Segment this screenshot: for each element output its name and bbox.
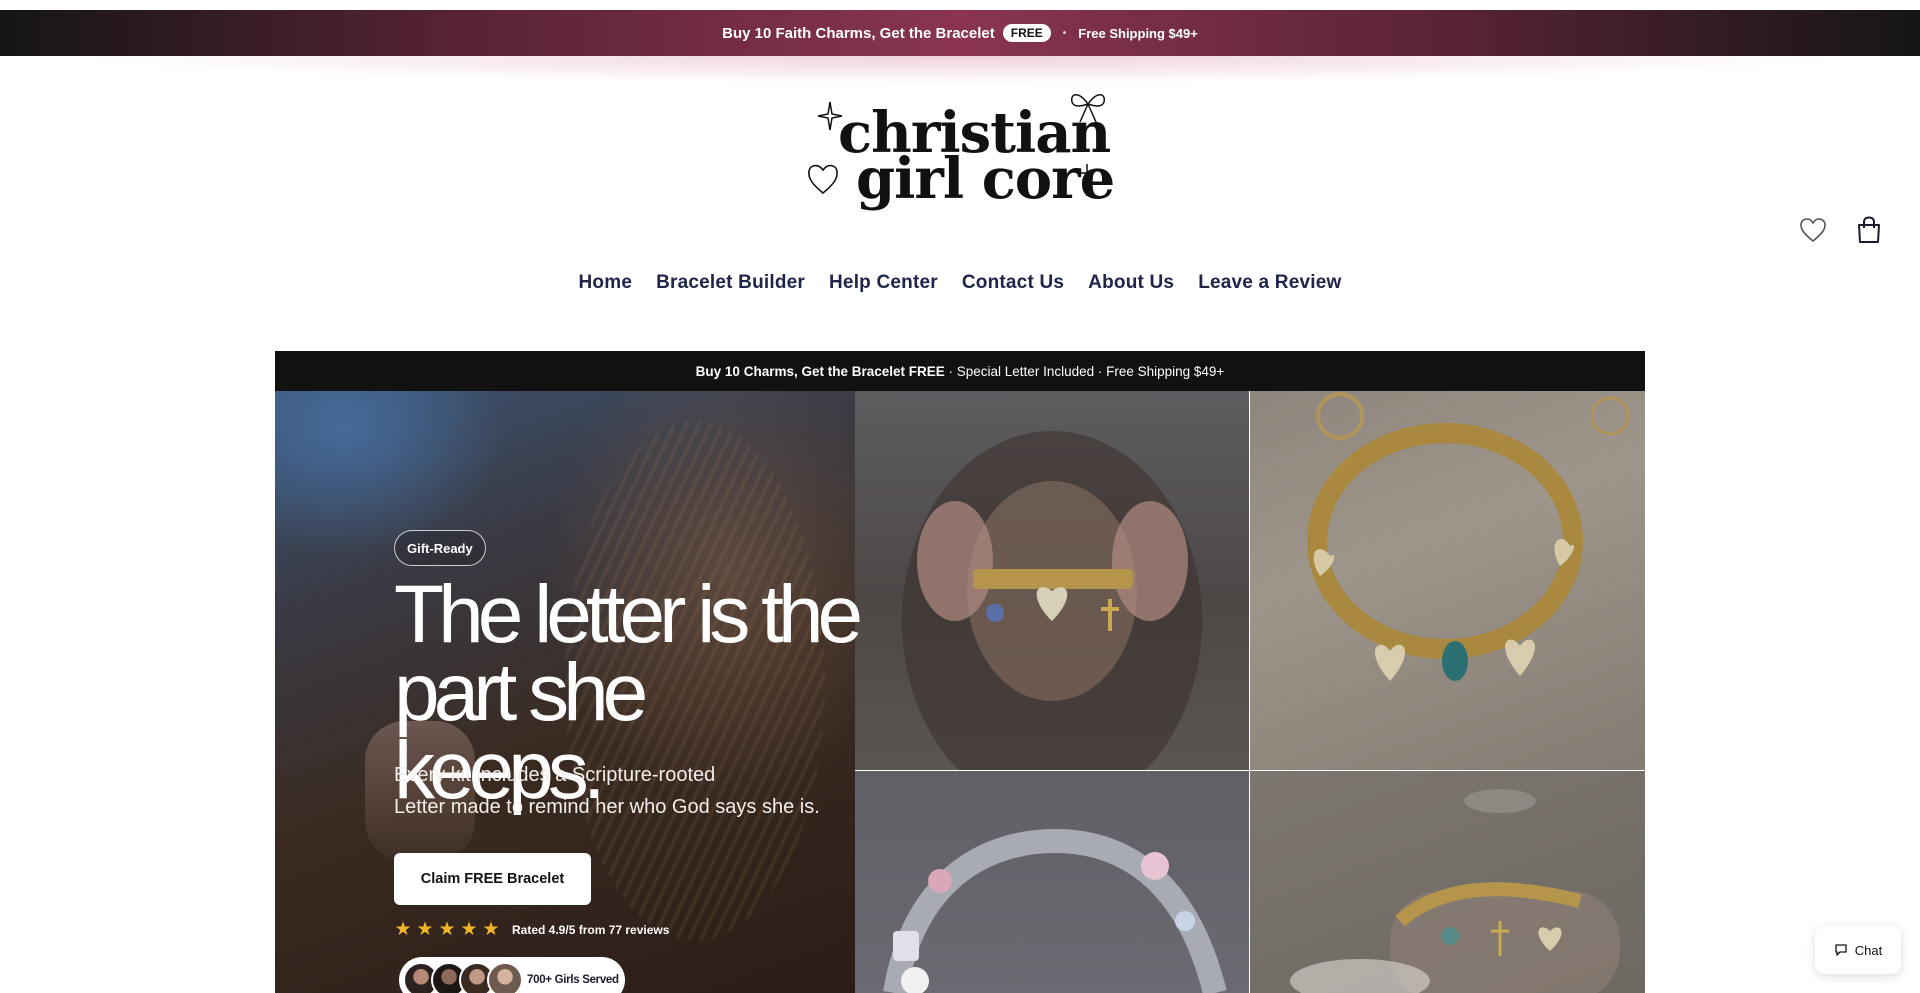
hero-promo-bold: Buy 10 Charms, Get the Bracelet FREE — [695, 363, 945, 379]
wishlist-button[interactable] — [1796, 213, 1830, 247]
heart-doodle-icon — [808, 164, 838, 195]
nav-item-leave-review[interactable]: Leave a Review — [1198, 272, 1341, 294]
hero-promo-rest: · Special Letter Included · Free Shippin… — [944, 363, 1225, 379]
avatar — [487, 962, 523, 993]
star-icon: ★ — [482, 919, 500, 940]
product-photo-1 — [855, 391, 1249, 770]
product-photo-2-art — [1307, 392, 1630, 681]
star-icon: ★ — [416, 919, 434, 940]
shopping-bag-icon — [1858, 216, 1880, 243]
hero-promo-bar: Buy 10 Charms, Get the Bracelet FREE · S… — [275, 351, 1645, 391]
hero-subtitle-line-2: Letter made to remind her who God says s… — [394, 796, 820, 818]
product-photo-1-art — [902, 431, 1202, 770]
claim-free-bracelet-button[interactable]: Claim FREE Bracelet — [394, 853, 591, 905]
nav-item-help-center[interactable]: Help Center — [829, 272, 938, 294]
announcement-bar: Buy 10 Faith Charms, Get the Bracelet FR… — [0, 10, 1920, 56]
product-photo-2 — [1250, 391, 1645, 770]
chat-label: Chat — [1854, 942, 1883, 958]
hero-subtitle-line-1: Every kit includes a Scripture-rooted — [394, 764, 716, 786]
product-photo-3-art — [883, 828, 1227, 993]
rating-text: Rated 4.9/5 from 77 reviews — [512, 922, 670, 937]
hero-subtitle: Every kit includes a Scripture-rooted Le… — [394, 759, 854, 823]
product-photo-3 — [855, 771, 1249, 993]
cart-button[interactable] — [1852, 213, 1886, 247]
store-logo[interactable]: christian girl core — [806, 88, 1116, 218]
girls-served-pill: 700+ Girls Served — [399, 957, 625, 993]
product-photo-4-art — [1290, 789, 1620, 993]
announcement-shipping: Free Shipping $49+ — [1078, 25, 1198, 41]
nav-item-contact-us[interactable]: Contact Us — [962, 272, 1064, 294]
free-badge: FREE — [1002, 24, 1051, 42]
star-icon: ★ — [460, 919, 478, 940]
chat-bubble-icon — [1835, 944, 1847, 956]
hero-section: Buy 10 Charms, Get the Bracelet FREE · S… — [275, 351, 1645, 993]
announcement-separator: • — [1062, 27, 1067, 39]
chat-button[interactable]: Chat — [1815, 926, 1901, 974]
heart-icon — [1800, 218, 1826, 243]
nav-item-about-us[interactable]: About Us — [1088, 272, 1174, 294]
girls-served-text: 700+ Girls Served — [527, 974, 619, 986]
main-nav: Home Bracelet Builder Help Center Contac… — [0, 272, 1920, 294]
nav-item-bracelet-builder[interactable]: Bracelet Builder — [656, 272, 805, 294]
gift-ready-badge: Gift-Ready — [394, 530, 486, 566]
rating-row: ★ ★ ★ ★ ★ Rated 4.9/5 from 77 reviews — [394, 918, 669, 941]
announcement-text: Buy 10 Faith Charms, Get the Bracelet — [722, 24, 995, 42]
star-icon: ★ — [438, 919, 456, 940]
star-icon: ★ — [394, 919, 412, 940]
announcement-glow — [0, 56, 1920, 86]
nav-item-home[interactable]: Home — [579, 272, 633, 294]
hero-body: Gift-Ready The letter is the part she ke… — [275, 391, 1645, 993]
product-photo-4 — [1250, 771, 1645, 993]
logo-line-2: girl core — [856, 146, 1115, 212]
